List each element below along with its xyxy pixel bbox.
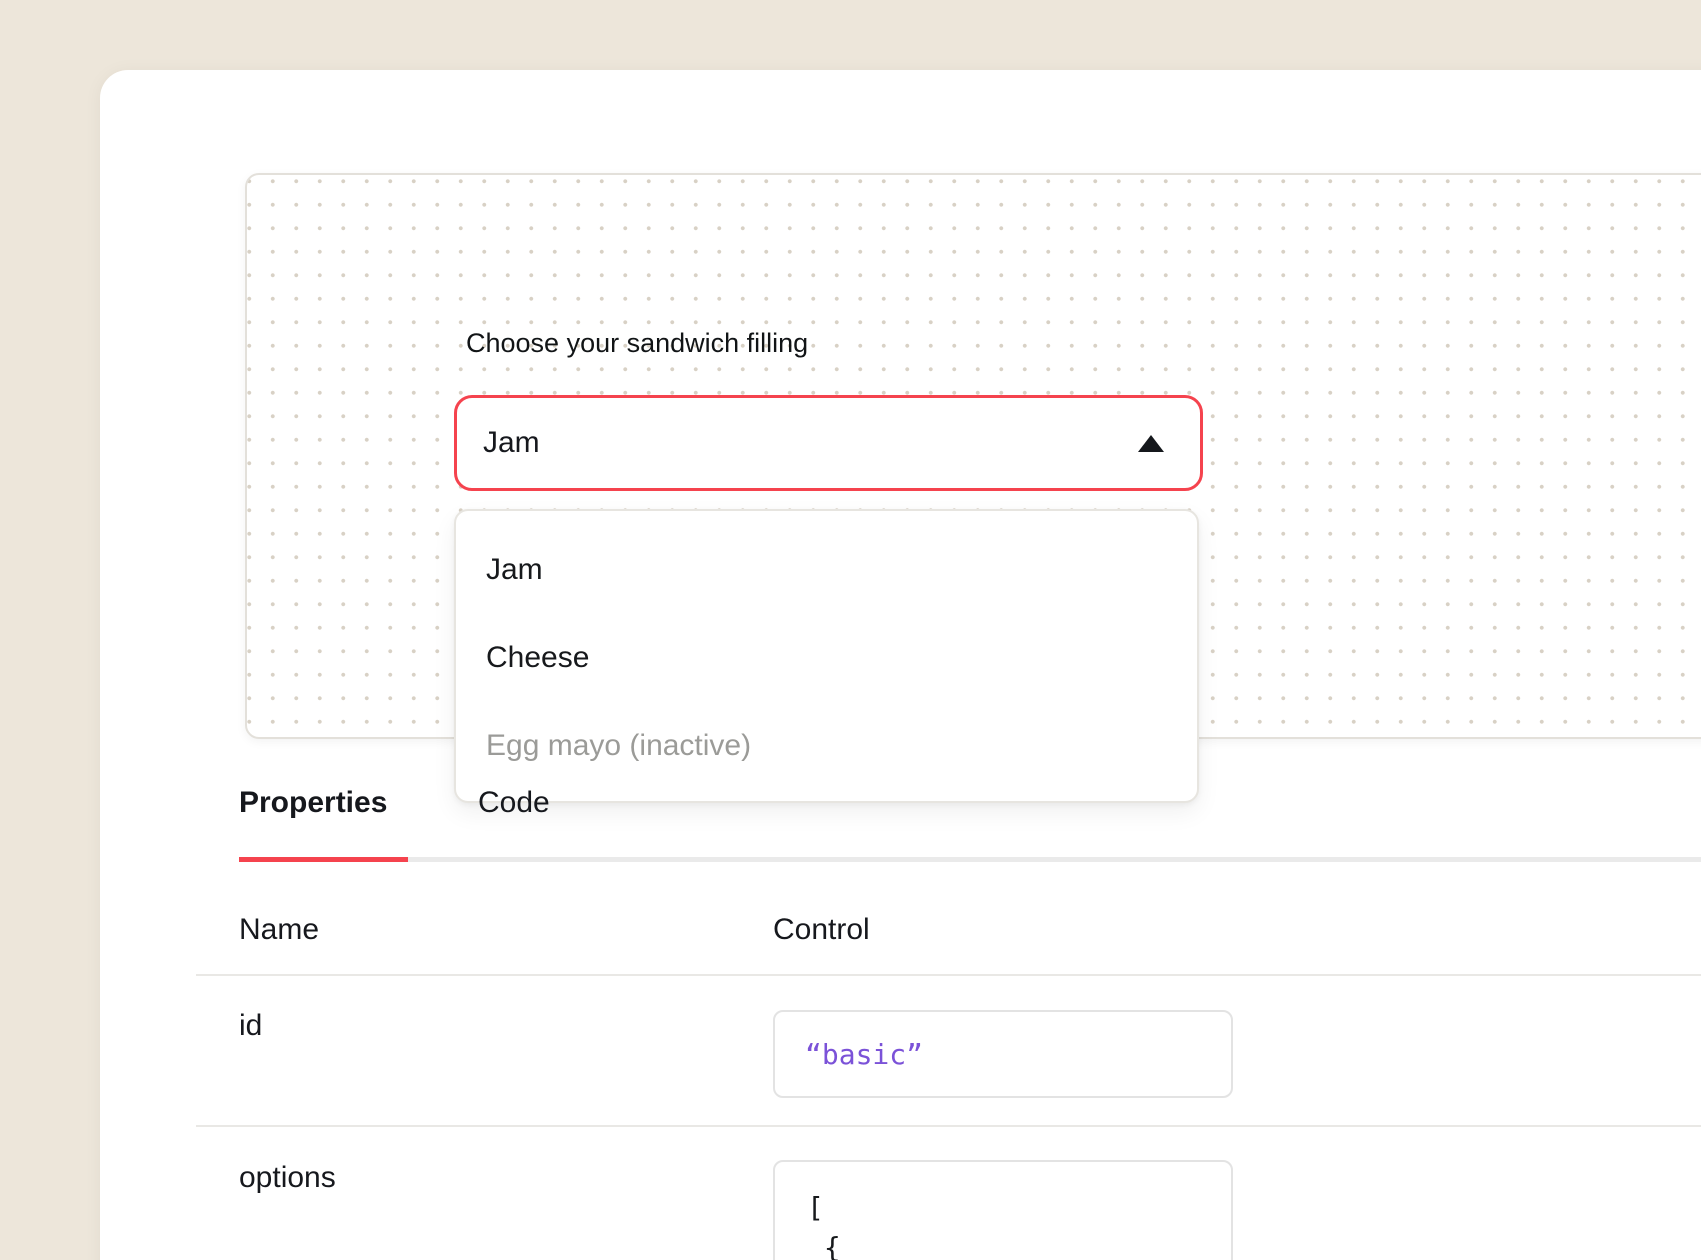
id-control-value: “basic” [805,1038,923,1071]
select-selected-value: Jam [483,426,540,460]
dropdown-option-cheese[interactable]: Cheese [456,614,1197,702]
sandwich-filling-select[interactable]: Jam [454,395,1203,491]
tab-properties[interactable]: Properties [239,782,387,824]
dropdown-option-jam[interactable]: Jam [456,526,1197,614]
preview-canvas: Choose your sandwich filling Jam Jam Che… [245,173,1701,739]
prop-name-id: id [239,1008,262,1044]
select-field-label: Choose your sandwich filling [466,324,808,362]
active-tab-underline [239,857,408,862]
main-card: Choose your sandwich filling Jam Jam Che… [100,70,1701,1260]
dropdown-option-egg-mayo: Egg mayo (inactive) [456,702,1197,790]
code-line: [ [807,1188,1231,1228]
prop-name-options: options [239,1160,336,1196]
options-control-object-editor[interactable]: [ { “id”: 1, “label”: “Jam” [773,1160,1233,1260]
caret-up-icon [1138,435,1164,452]
playground-page: Choose your sandwich filling Jam Jam Che… [0,0,1701,1260]
table-header-divider [196,974,1701,976]
table-row-divider [196,1125,1701,1127]
id-control-input[interactable]: “basic” [773,1010,1233,1098]
column-header-name: Name [239,912,319,948]
code-token: [ [807,1191,824,1224]
column-header-control: Control [773,912,870,948]
code-token: { [807,1231,841,1260]
tab-bar-baseline [239,857,1701,862]
select-dropdown-panel: Jam Cheese Egg mayo (inactive) [454,509,1199,803]
code-line: { [807,1228,1231,1260]
tab-code[interactable]: Code [478,782,550,824]
